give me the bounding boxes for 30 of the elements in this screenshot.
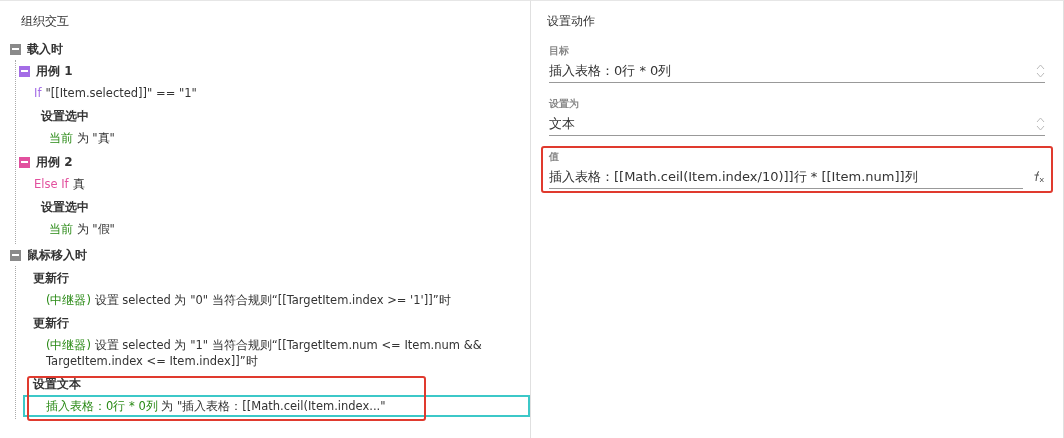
action-title[interactable]: 更新行: [33, 313, 69, 334]
collapse-icon[interactable]: [19, 156, 30, 168]
action-title[interactable]: 设置文本: [33, 374, 81, 395]
field-label: 值: [549, 150, 559, 164]
collapse-icon[interactable]: [10, 249, 21, 261]
action-detail[interactable]: 插入表格：0行 * 0列 为 "插入表格：[[Math.ceil(Item.index...": [23, 395, 530, 417]
case-condition: Else If 真: [33, 175, 86, 193]
event-label[interactable]: 载入时: [27, 40, 63, 58]
collapse-icon[interactable]: [10, 43, 21, 55]
action-detail[interactable]: (中继器) 设置 selected 为 "0" 当符合规则“[[TargetItem.index >= '1']]”时: [23, 289, 530, 311]
action-title[interactable]: 更新行: [33, 268, 69, 289]
panel-title: 组织交互: [20, 13, 70, 30]
event-label[interactable]: 鼠标移入时: [27, 246, 87, 264]
case-label[interactable]: 用例 1: [36, 62, 73, 80]
action-detail[interactable]: (中继器) 设置 selected 为 "1" 当符合规则“[[TargetItem.num <= Item.num && TargetItem.index <= Item.index]]”时: [23, 334, 530, 372]
select-field[interactable]: 插入表格：0行 * 0列: [549, 60, 1045, 83]
action-detail[interactable]: 当前 为 "真": [41, 127, 530, 149]
action-title[interactable]: 设置选中: [41, 197, 89, 218]
case-label[interactable]: 用例 2: [36, 153, 73, 171]
field-label: 设置为: [549, 97, 579, 111]
action-title[interactable]: 设置选中: [41, 106, 89, 127]
action-detail[interactable]: 当前 为 "假": [41, 218, 530, 240]
case-condition: If "[[Item.selected]]" == "1": [33, 85, 198, 102]
select-field[interactable]: 文本: [549, 113, 1045, 136]
updown-icon: [1036, 116, 1045, 132]
collapse-icon[interactable]: [19, 65, 30, 77]
value-field[interactable]: 插入表格：[[Math.ceil(Item.index/10)]]行 * [[Item.num]]列: [549, 166, 1023, 189]
updown-icon: [1036, 63, 1045, 79]
field-label: 目标: [549, 44, 569, 58]
panel-title: 设置动作: [547, 13, 596, 30]
